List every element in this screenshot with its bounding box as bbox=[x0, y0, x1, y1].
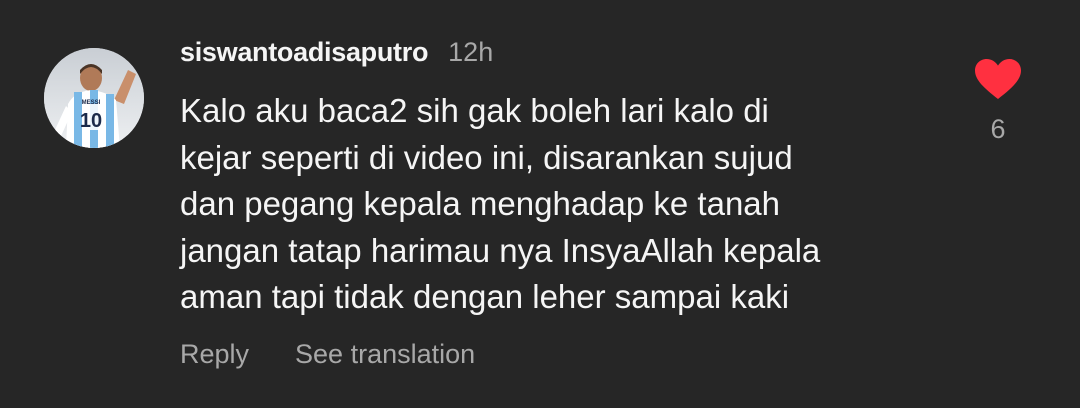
avatar-jersey-name: MESSI bbox=[82, 100, 101, 106]
like-count: 6 bbox=[990, 114, 1006, 144]
reply-button[interactable]: Reply bbox=[180, 339, 249, 370]
comment-text-line: dan pegang kepala menghadap ke tanah bbox=[180, 185, 781, 222]
comment-text: Kalo aku baca2 sih gak boleh lari kalo d… bbox=[180, 88, 960, 321]
avatar-jersey-number: 10 bbox=[80, 110, 102, 132]
comment-text-line: Kalo aku baca2 sih gak boleh lari kalo d… bbox=[180, 92, 769, 129]
timestamp: 12h bbox=[448, 36, 494, 67]
comment-text-line: jangan tatap harimau nya InsyaAllah kepa… bbox=[180, 231, 821, 269]
avatar[interactable]: MESSI 10 bbox=[44, 48, 144, 148]
heart-icon[interactable] bbox=[974, 58, 1022, 100]
avatar-image: MESSI 10 bbox=[44, 48, 144, 148]
comment-header: siswantoadisaputro 12h bbox=[180, 30, 493, 74]
comment: MESSI 10 siswantoadisaputro 12h Kalo aku… bbox=[0, 0, 1080, 408]
like-block: 6 bbox=[970, 58, 1026, 145]
comment-text-line: kejar seperti di video ini, disarankan s… bbox=[180, 138, 793, 176]
username[interactable]: siswantoadisaputro bbox=[180, 37, 428, 68]
see-translation-button[interactable]: See translation bbox=[295, 339, 475, 370]
comment-text-line: aman tapi tidak dengan leher sampai kaki bbox=[180, 278, 790, 315]
comment-actions: Reply See translation bbox=[180, 334, 475, 374]
